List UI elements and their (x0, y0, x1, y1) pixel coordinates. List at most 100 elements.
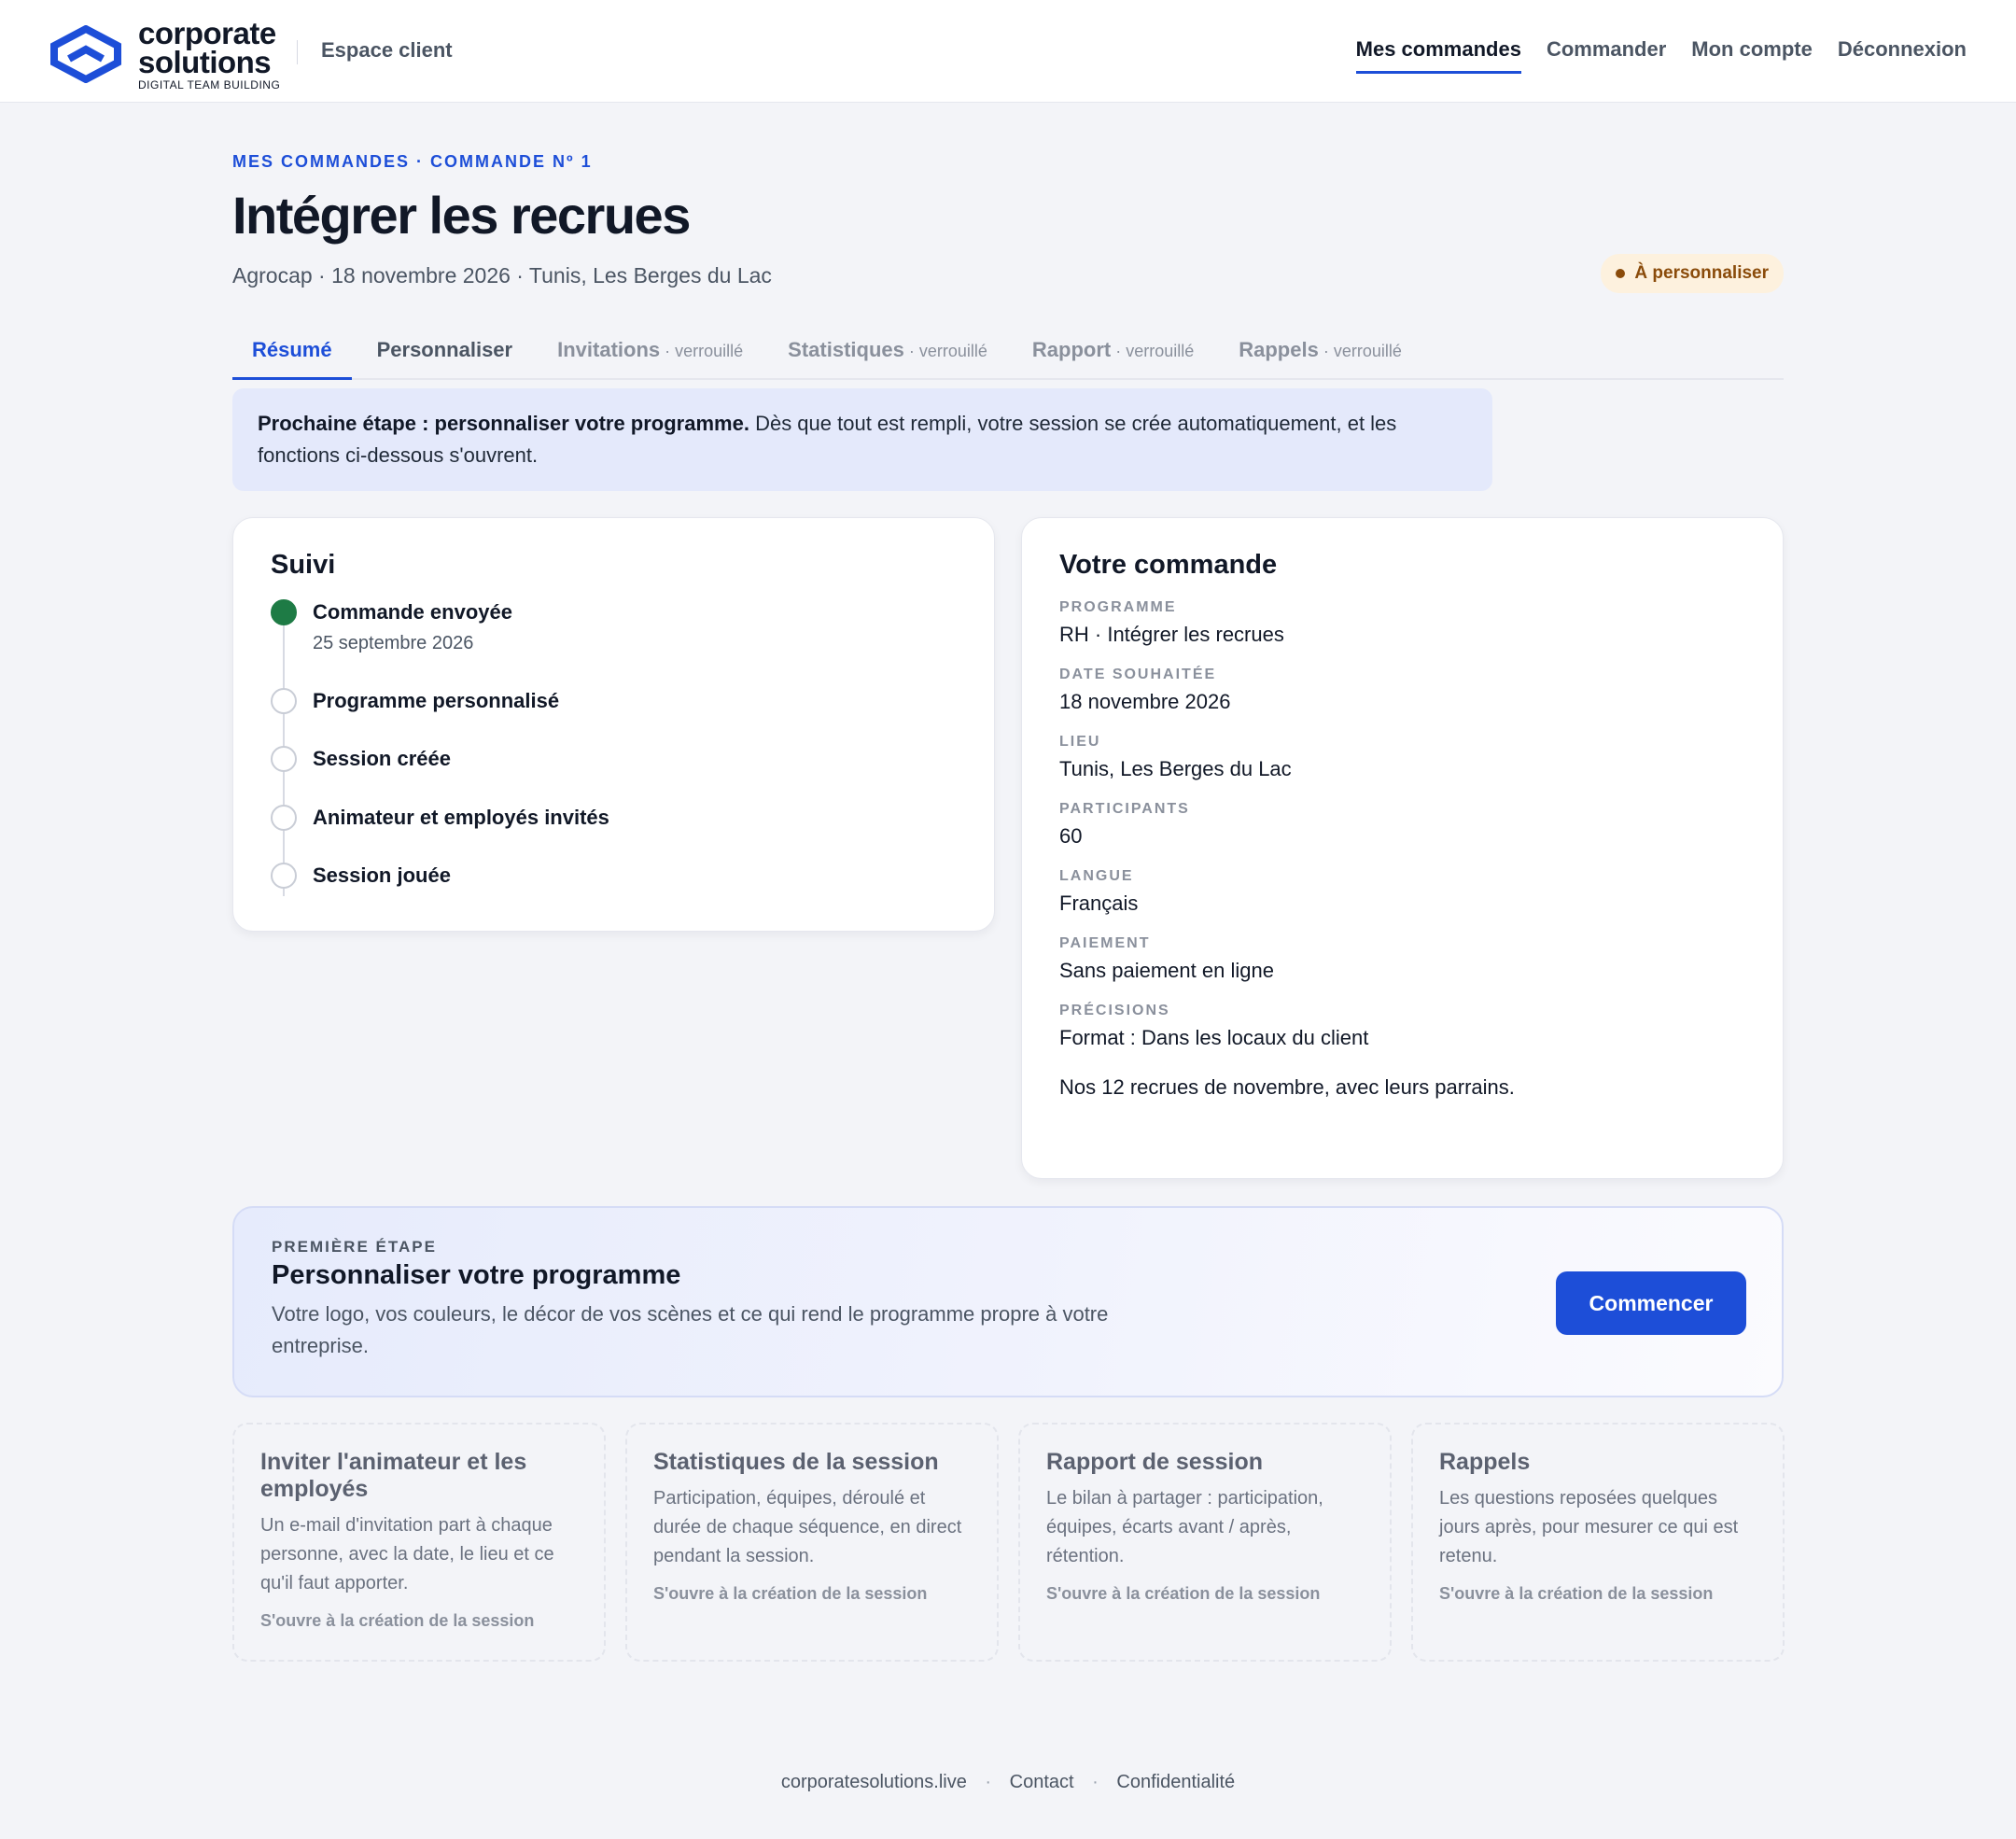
banner-bold: Prochaine étape : personnaliser votre pr… (258, 412, 749, 435)
field-label: DATE SOUHAITÉE (1059, 667, 1217, 682)
footer: corporatesolutions.live · Contact · Conf… (0, 1772, 2016, 1793)
field-value: 60 (1059, 824, 1083, 848)
tab-personnaliser[interactable]: Personnaliser (357, 323, 533, 380)
field-value: Format : Dans les locaux du client (1059, 1026, 1369, 1049)
tab-label: Personnaliser (376, 338, 513, 361)
feature-title: Statistiques de la session (653, 1449, 939, 1475)
feature-card-rappels: Rappels Les questions reposées quelques … (1411, 1423, 1785, 1662)
step-label: Session jouée (313, 863, 451, 887)
timeline-step: Commande envoyée 25 septembre 2026 (271, 599, 957, 688)
timeline-step: Session jouée (271, 863, 957, 891)
feature-description: Le bilan à partager : participation, équ… (1046, 1488, 1323, 1566)
tab-locked-suffix: · verrouillé (1111, 342, 1195, 360)
field-label: LANGUE (1059, 868, 1134, 884)
step-label: Programme personnalisé (313, 689, 560, 712)
field-label: PRÉCISIONS (1059, 1003, 1170, 1018)
order-card: Votre commande PROGRAMME RH · Intégrer l… (1021, 517, 1784, 1179)
feature-title: Inviter l'animateur et les employés (260, 1449, 527, 1502)
feature-title: Rapport de session (1046, 1449, 1263, 1475)
field-label: PARTICIPANTS (1059, 801, 1190, 817)
field-label: LIEU (1059, 734, 1101, 750)
timeline-step: Session créée (271, 746, 957, 805)
step-label: Animateur et employés invités (313, 806, 609, 829)
commencer-button[interactable]: Commencer (1556, 1271, 1746, 1335)
feature-locked-note: S'ouvre à la création de la session (1046, 1584, 1321, 1603)
step-date: 25 septembre 2026 (313, 633, 474, 653)
feature-card-statistiques: Statistiques de la session Participation… (625, 1423, 999, 1662)
feature-locked-note: S'ouvre à la création de la session (260, 1611, 535, 1630)
logo-divider (297, 40, 298, 64)
tab-resume[interactable]: Résumé (232, 323, 352, 380)
tab-locked-suffix: · verrouillé (660, 342, 744, 360)
nav-mon-compte[interactable]: Mon compte (1691, 37, 1813, 74)
tab-locked-suffix: · verrouillé (1318, 342, 1402, 360)
logo[interactable]: corporate solutions DIGITAL TEAM BUILDIN… (49, 18, 280, 91)
tab-rappels[interactable]: Rappels · verrouillé (1219, 323, 1421, 380)
tab-rapport[interactable]: Rapport · verrouillé (1013, 323, 1213, 380)
step-pending-icon (271, 863, 297, 889)
timeline-step: Programme personnalisé (271, 688, 957, 746)
section-label: Espace client (321, 38, 453, 62)
tab-statistiques[interactable]: Statistiques · verrouillé (768, 323, 1007, 380)
feature-locked-note: S'ouvre à la création de la session (653, 1584, 928, 1603)
footer-separator: · (985, 1772, 992, 1792)
logo-word-2: solutions (138, 44, 272, 79)
field-label: PROGRAMME (1059, 599, 1177, 615)
step-label: Session créée (313, 747, 451, 770)
logo-tagline: DIGITAL TEAM BUILDING (138, 77, 281, 91)
nav-mes-commandes[interactable]: Mes commandes (1355, 37, 1521, 74)
feature-title: Rappels (1439, 1449, 1531, 1475)
feature-description: Les questions reposées quelques jours ap… (1439, 1488, 1739, 1566)
status-badge: À personnaliser (1601, 254, 1784, 293)
tab-label: Invitations (557, 338, 661, 361)
nav-commander[interactable]: Commander (1547, 37, 1666, 74)
cta-eyebrow: PREMIÈRE ÉTAPE (272, 1238, 437, 1256)
main-nav: Mes commandes Commander Mon compte Décon… (1355, 37, 1967, 74)
page-title: Intégrer les recrues (232, 186, 691, 245)
tab-invitations[interactable]: Invitations · verrouillé (538, 323, 763, 380)
field-label: PAIEMENT (1059, 935, 1151, 951)
field-value: Tunis, Les Berges du Lac (1059, 757, 1292, 780)
field-value: 18 novembre 2026 (1059, 690, 1231, 713)
timeline-step: Animateur et employés invités (271, 805, 957, 863)
order-note: Nos 12 recrues de novembre, avec leurs p… (1059, 1075, 1515, 1099)
footer-link-site[interactable]: corporatesolutions.live (781, 1772, 967, 1792)
footer-separator: · (1092, 1772, 1099, 1792)
logo-icon (50, 25, 121, 83)
suivi-title: Suivi (271, 550, 336, 580)
first-step-panel: PREMIÈRE ÉTAPE Personnaliser votre progr… (232, 1206, 1784, 1397)
tab-locked-suffix: · verrouillé (903, 342, 987, 360)
feature-description: Participation, équipes, déroulé et durée… (653, 1488, 962, 1566)
step-label: Commande envoyée (313, 600, 512, 624)
field-value: RH · Intégrer les recrues (1059, 623, 1284, 646)
cta-description: Votre logo, vos couleurs, le décor de vo… (272, 1302, 1109, 1357)
tab-label: Résumé (252, 338, 332, 361)
tab-label: Rappels (1239, 338, 1319, 361)
step-pending-icon (271, 688, 297, 714)
feature-locked-note: S'ouvre à la création de la session (1439, 1584, 1714, 1603)
order-title: Votre commande (1059, 550, 1278, 580)
step-done-icon (271, 599, 297, 625)
cta-title: Personnaliser votre programme (272, 1260, 681, 1290)
feature-card-rapport: Rapport de session Le bilan à partager :… (1018, 1423, 1392, 1662)
top-bar: corporate solutions DIGITAL TEAM BUILDIN… (0, 0, 2016, 103)
tab-bar: Résumé Personnaliser Invitations · verro… (232, 323, 1784, 380)
footer-link-confidentialite[interactable]: Confidentialité (1116, 1772, 1235, 1792)
suivi-card: Suivi Commande envoyée 25 septembre 2026… (232, 517, 995, 932)
field-value: Français (1059, 891, 1139, 915)
step-pending-icon (271, 746, 297, 772)
tab-label: Rapport (1031, 338, 1112, 361)
tab-label: Statistiques (788, 338, 904, 361)
page-subtitle: Agrocap · 18 novembre 2026 · Tunis, Les … (232, 263, 772, 288)
step-pending-icon (271, 805, 297, 831)
status-dot-icon (1616, 269, 1626, 278)
footer-link-contact[interactable]: Contact (1010, 1772, 1074, 1792)
timeline: Commande envoyée 25 septembre 2026 Progr… (271, 599, 957, 896)
logo-word-1: corporate (138, 15, 276, 50)
breadcrumb[interactable]: MES COMMANDES · COMMANDE Nº 1 (232, 152, 593, 172)
field-value: Sans paiement en ligne (1059, 959, 1274, 982)
feature-description: Un e-mail d'invitation part à chaque per… (260, 1515, 554, 1593)
next-step-banner: Prochaine étape : personnaliser votre pr… (232, 388, 1492, 491)
feature-card-invitations: Inviter l'animateur et les employés Un e… (232, 1423, 606, 1662)
nav-deconnexion[interactable]: Déconnexion (1838, 37, 1967, 74)
